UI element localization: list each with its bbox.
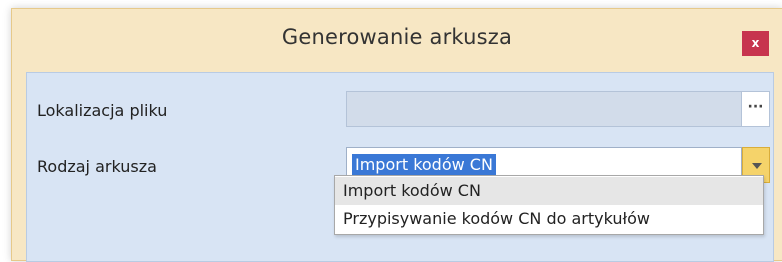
- chevron-down-icon: [752, 163, 762, 169]
- sheet-type-label: Rodzaj arkusza: [37, 157, 157, 176]
- dropdown-option-import[interactable]: Import kodów CN: [335, 177, 763, 205]
- dropdown-option-assign[interactable]: Przypisywanie kodów CN do artykułów: [335, 205, 763, 233]
- sheet-type-dropdown-list: Import kodów CN Przypisywanie kodów CN d…: [334, 175, 764, 235]
- dialog-title: Generowanie arkusza: [281, 25, 513, 49]
- close-button[interactable]: x: [742, 31, 769, 56]
- file-location-label: Lokalizacja pliku: [37, 101, 168, 120]
- browse-button[interactable]: ···: [742, 91, 770, 127]
- title-bar[interactable]: Generowanie arkusza x: [12, 9, 782, 69]
- sheet-type-selected-value: Import kodów CN: [352, 154, 496, 176]
- file-location-field[interactable]: [346, 91, 742, 127]
